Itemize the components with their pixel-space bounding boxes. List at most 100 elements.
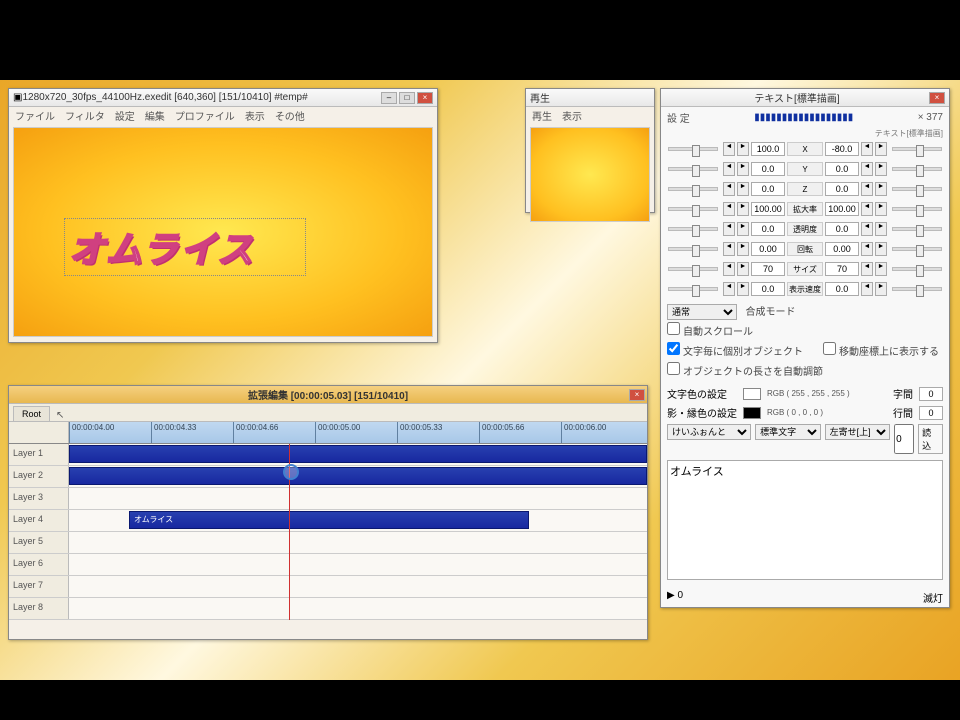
spin-dec-icon[interactable]: ◄ — [723, 242, 735, 256]
layer-track[interactable] — [69, 444, 647, 465]
preview-canvas[interactable]: オムライス — [13, 127, 433, 337]
text-color-swatch[interactable] — [743, 388, 761, 400]
slider-left[interactable] — [668, 147, 718, 151]
shadow-color-swatch[interactable] — [743, 407, 761, 419]
props-close-button[interactable]: × — [929, 92, 945, 104]
spin-inc-icon[interactable]: ► — [737, 222, 749, 236]
spin-dec2-icon[interactable]: ◄ — [861, 202, 873, 216]
spin-dec-icon[interactable]: ◄ — [723, 202, 735, 216]
menu-view2[interactable]: 表示 — [562, 108, 582, 123]
spin-inc-icon[interactable]: ► — [737, 202, 749, 216]
layer-label[interactable]: Layer 3 — [9, 488, 69, 509]
menu-settings[interactable]: 設定 — [115, 108, 135, 123]
playhead[interactable] — [289, 444, 290, 620]
param-label[interactable]: 透明度 — [787, 222, 823, 236]
param-label[interactable]: X — [787, 142, 823, 156]
spin-dec2-icon[interactable]: ◄ — [861, 262, 873, 276]
spin-inc2-icon[interactable]: ► — [875, 282, 887, 296]
spin-dec-icon[interactable]: ◄ — [723, 182, 735, 196]
param-label[interactable]: サイズ — [787, 262, 823, 276]
spin-inc-icon[interactable]: ► — [737, 142, 749, 156]
value-left-input[interactable] — [751, 182, 785, 196]
slider-left[interactable] — [668, 187, 718, 191]
menu-profile[interactable]: プロファイル — [175, 108, 235, 123]
slider-left[interactable] — [668, 207, 718, 211]
timeline-clip-text[interactable]: オムライス — [129, 511, 529, 529]
text-color-label[interactable]: 文字色の設定 — [667, 386, 737, 401]
spin-dec2-icon[interactable]: ◄ — [861, 242, 873, 256]
value-right-input[interactable] — [825, 222, 859, 236]
minimize-button[interactable]: – — [381, 92, 397, 104]
load-button[interactable]: 読込 — [918, 424, 943, 454]
value-left-input[interactable] — [751, 142, 785, 156]
layer-label[interactable]: Layer 8 — [9, 598, 69, 619]
layer-track[interactable] — [69, 598, 647, 619]
spin-dec2-icon[interactable]: ◄ — [861, 162, 873, 176]
spacing-input[interactable] — [919, 387, 943, 401]
tab-root[interactable]: Root — [13, 406, 50, 421]
spin-dec-icon[interactable]: ◄ — [723, 162, 735, 176]
spin-inc-icon[interactable]: ► — [737, 262, 749, 276]
value-right-input[interactable] — [825, 282, 859, 296]
timeline-clip[interactable] — [69, 467, 647, 485]
spin-dec-icon[interactable]: ◄ — [723, 262, 735, 276]
spin-dec-icon[interactable]: ◄ — [723, 222, 735, 236]
menu-other[interactable]: その他 — [275, 108, 305, 123]
layer-track[interactable]: オムライス — [69, 510, 647, 531]
leading-input[interactable] — [919, 406, 943, 420]
style-select[interactable]: 標準文字 — [755, 424, 821, 440]
layer-track[interactable] — [69, 488, 647, 509]
props-titlebar[interactable]: テキスト[標準描画] × — [661, 89, 949, 107]
param-label[interactable]: 表示速度 — [787, 282, 823, 296]
slider-left[interactable] — [668, 227, 718, 231]
spin-dec-icon[interactable]: ◄ — [723, 282, 735, 296]
menu-filter[interactable]: フィルタ — [65, 108, 105, 123]
menu-edit[interactable]: 編集 — [145, 108, 165, 123]
value-right-input[interactable] — [825, 182, 859, 196]
close-button[interactable]: × — [417, 92, 433, 104]
layer-track[interactable] — [69, 554, 647, 575]
slider-right[interactable] — [892, 207, 942, 211]
menu-file[interactable]: ファイル — [15, 108, 55, 123]
slider-left[interactable] — [668, 267, 718, 271]
param-label[interactable]: 拡大率 — [787, 202, 823, 216]
value-left-input[interactable] — [751, 222, 785, 236]
font-select[interactable]: けいふぉんと — [667, 424, 751, 440]
chk-per-char[interactable] — [667, 342, 680, 355]
slider-left[interactable] — [668, 247, 718, 251]
value-right-input[interactable] — [825, 242, 859, 256]
props-bottom-left[interactable]: ▶ 0 — [667, 590, 683, 605]
chk-auto-length[interactable] — [667, 362, 680, 375]
value-left-input[interactable] — [751, 242, 785, 256]
layer-track[interactable] — [69, 466, 647, 487]
value-left-input[interactable] — [751, 262, 785, 276]
spin-inc-icon[interactable]: ► — [737, 242, 749, 256]
slider-right[interactable] — [892, 247, 942, 251]
spin-inc-icon[interactable]: ► — [737, 182, 749, 196]
spin-inc-icon[interactable]: ► — [737, 282, 749, 296]
slider-right[interactable] — [892, 167, 942, 171]
spin-inc2-icon[interactable]: ► — [875, 262, 887, 276]
value-right-input[interactable] — [825, 202, 859, 216]
spin-inc2-icon[interactable]: ► — [875, 242, 887, 256]
slider-left[interactable] — [668, 167, 718, 171]
value-right-input[interactable] — [825, 142, 859, 156]
value-left-input[interactable] — [751, 282, 785, 296]
spin-inc2-icon[interactable]: ► — [875, 222, 887, 236]
param-label[interactable]: 回転 — [787, 242, 823, 256]
spin-inc2-icon[interactable]: ► — [875, 202, 887, 216]
maximize-button[interactable]: □ — [399, 92, 415, 104]
menu-play[interactable]: 再生 — [532, 108, 552, 123]
spin-inc2-icon[interactable]: ► — [875, 182, 887, 196]
layer-label[interactable]: Layer 5 — [9, 532, 69, 553]
value-left-input[interactable] — [751, 202, 785, 216]
layer-track[interactable] — [69, 532, 647, 553]
props-top-left[interactable]: 設 定 — [667, 110, 690, 125]
spin-dec2-icon[interactable]: ◄ — [861, 222, 873, 236]
timeline-close-button[interactable]: × — [629, 389, 645, 401]
layer-label[interactable]: Layer 6 — [9, 554, 69, 575]
value-left-input[interactable] — [751, 162, 785, 176]
spin-inc2-icon[interactable]: ► — [875, 142, 887, 156]
layer-label[interactable]: Layer 7 — [9, 576, 69, 597]
layer-label[interactable]: Layer 2 — [9, 466, 69, 487]
